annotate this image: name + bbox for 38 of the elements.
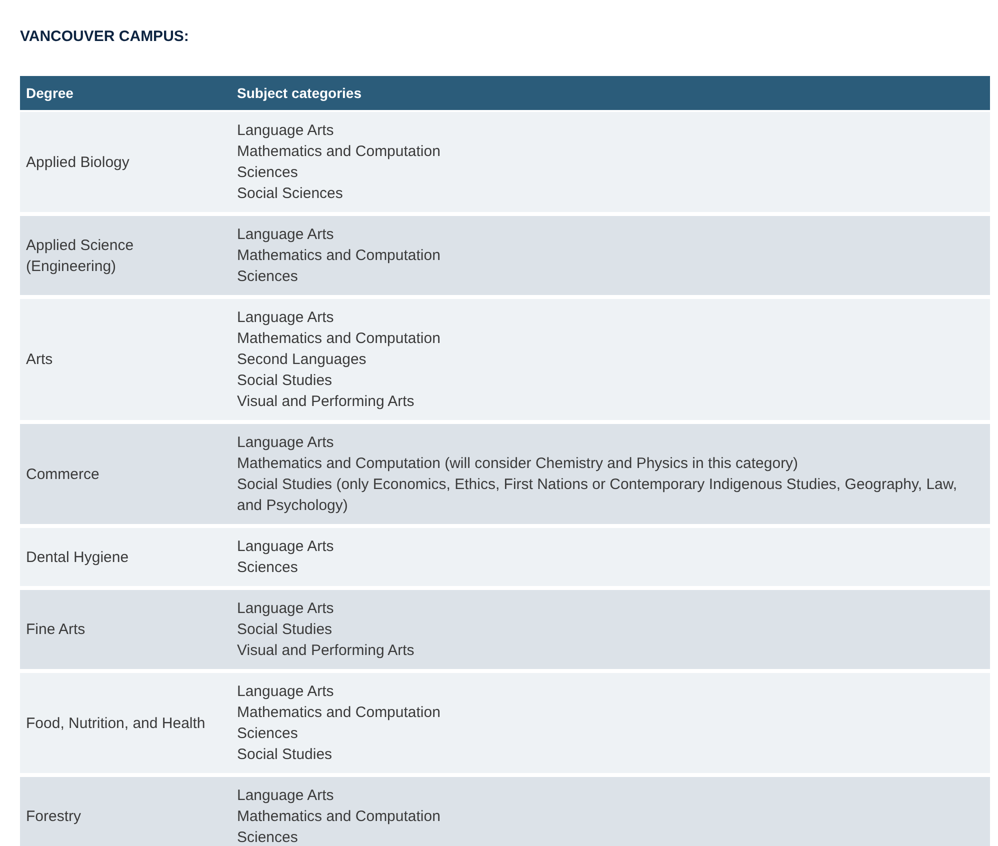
subject-category: Mathematics and Computation (will consider Chemistry and Physics in this category)	[237, 454, 798, 474]
subject-category: Sciences	[237, 724, 298, 744]
degree-name: Forestry	[26, 807, 82, 827]
subject-category: Mathematics and Computation	[237, 246, 440, 266]
subject-category: Second Languages	[237, 350, 366, 370]
degree-name: Commerce	[26, 464, 100, 484]
subject-category: Language Arts	[237, 308, 334, 328]
subject-category: Language Arts	[237, 121, 334, 141]
subject-category: Social Sciences	[237, 184, 343, 204]
section-heading: VANCOUVER CAMPUS:	[20, 27, 190, 47]
subject-category: Language Arts	[237, 599, 334, 619]
subject-category: Social Studies	[237, 371, 332, 391]
subject-category: Sciences	[237, 163, 298, 183]
subject-category: Mathematics and Computation	[237, 142, 440, 162]
subject-category: Visual and Performing Arts	[237, 392, 414, 412]
subject-category: Language Arts	[237, 537, 334, 557]
subject-category: Language Arts	[237, 433, 334, 453]
subject-category: Visual and Performing Arts	[237, 641, 414, 661]
subject-category: Sciences	[237, 828, 298, 846]
degree-name: Fine Arts	[26, 620, 86, 640]
degree-name: Applied Biology	[26, 152, 130, 172]
subject-category: Social Studies	[237, 620, 332, 640]
subject-category: Mathematics and Computation	[237, 329, 440, 349]
column-header: Degree	[20, 76, 231, 111]
column-header: Subject categories	[231, 76, 990, 111]
subject-category: Mathematics and Computation	[237, 703, 440, 723]
degree-name: Food, Nutrition, and Health	[26, 714, 206, 734]
subject-category: Mathematics and Computation	[237, 807, 440, 827]
subject-category: Language Arts	[237, 225, 334, 245]
subject-category: Sciences	[237, 558, 298, 578]
degree-name: Arts	[26, 350, 53, 370]
degree-name: Dental Hygiene	[26, 548, 129, 568]
subject-category: Sciences	[237, 267, 298, 287]
subject-category: Language Arts	[237, 786, 334, 806]
subject-category: Social Studies (only Economics, Ethics, First Nations or Contemporary Indigenous Studies, Geography, Law, and Psychology)	[237, 475, 958, 516]
subject-category: Language Arts	[237, 682, 334, 702]
subject-category: Social Studies	[237, 745, 332, 765]
degree-name: Applied Science (Engineering)	[26, 236, 135, 276]
